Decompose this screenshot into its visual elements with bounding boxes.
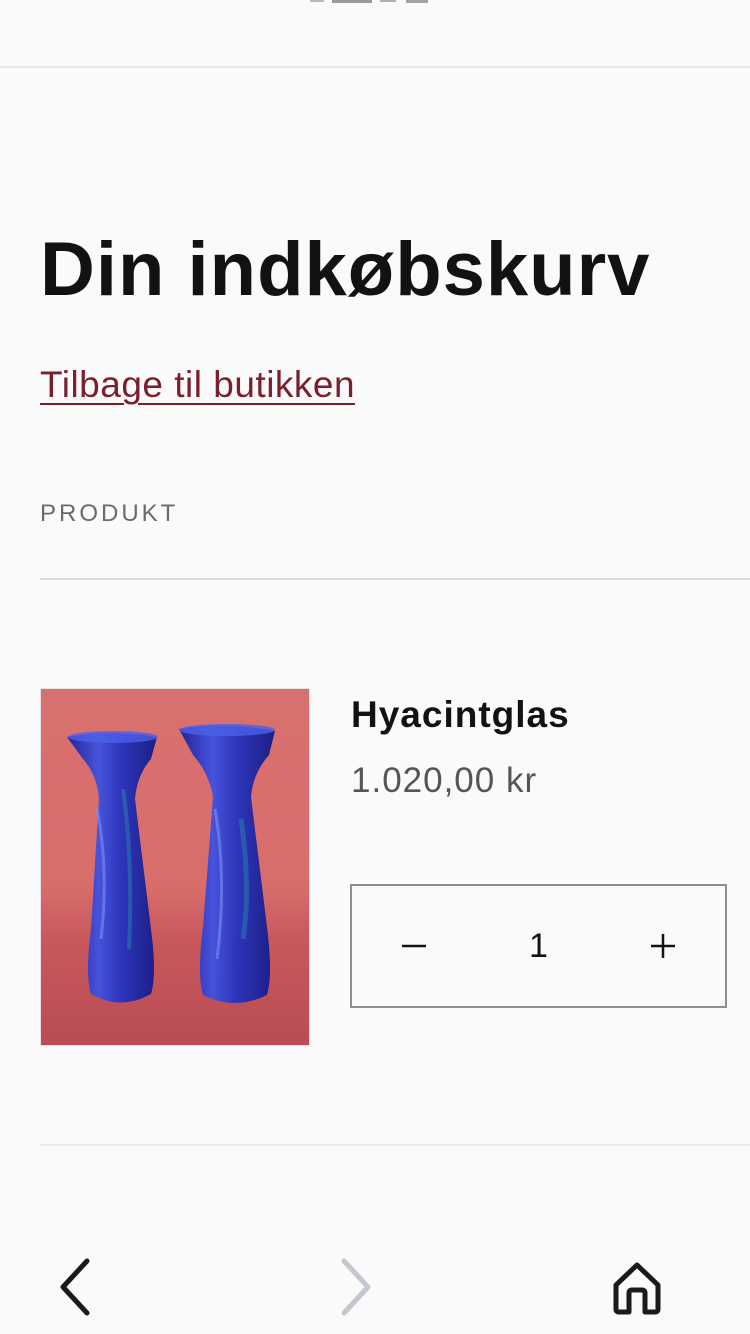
browser-toolbar [0,1230,750,1334]
product-image[interactable] [40,688,310,1046]
chevron-left-icon [60,1258,90,1316]
browser-forward-button[interactable] [321,1252,391,1322]
decrease-quantity-button[interactable] [352,886,476,1006]
home-icon [613,1262,661,1315]
page-title: Din indkøbskurv [40,227,651,312]
divider [40,1144,750,1146]
cart-page: Din indkøbskurv Tilbage til butikken PRO… [0,0,750,1334]
divider [40,578,750,580]
product-name[interactable]: Hyacintglas [351,693,570,737]
logo-icon[interactable] [310,0,428,4]
site-header [0,0,750,68]
browser-home-button[interactable] [602,1252,672,1322]
chevron-right-icon [341,1258,371,1316]
quantity-input[interactable]: 1 [476,926,601,966]
continue-shopping-link[interactable]: Tilbage til butikken [40,363,355,407]
quantity-stepper: 1 [350,884,727,1008]
product-column-header: PRODUKT [40,500,179,527]
browser-back-button[interactable] [40,1252,110,1322]
increase-quantity-button[interactable] [601,886,725,1006]
product-price: 1.020,00 kr [351,761,538,800]
plus-icon [651,934,675,958]
minus-icon [402,944,426,948]
vase-photo [41,689,309,1045]
